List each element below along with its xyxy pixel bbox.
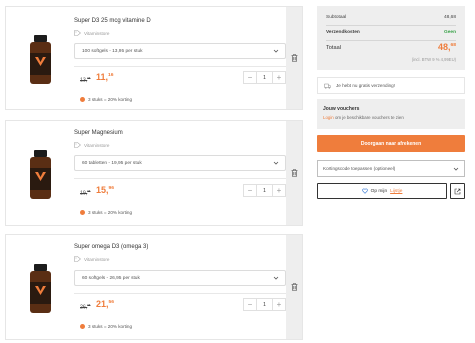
promo-label: 3 stuks = 20% korting bbox=[80, 324, 132, 329]
variant-select[interactable]: 100 softgels - 13,95 per stuk bbox=[74, 43, 286, 59]
trash-icon bbox=[291, 54, 297, 62]
free-shipping-notice: Je hebt nu gratis verzending! bbox=[317, 77, 465, 94]
promo-text: 3 stuks = 20% korting bbox=[88, 210, 133, 215]
product-brand: Vitaminstore bbox=[74, 142, 109, 148]
quantity-stepper: − 1 + bbox=[243, 298, 286, 311]
promo-label: 3 stuks = 20% korting bbox=[80, 210, 132, 215]
product-image[interactable] bbox=[28, 264, 53, 314]
minus-icon[interactable]: − bbox=[244, 299, 256, 310]
checkout-button[interactable]: Doorgaan naar afrekenen bbox=[317, 135, 465, 152]
plus-icon[interactable]: + bbox=[273, 185, 285, 196]
quantity-value[interactable]: 1 bbox=[256, 299, 273, 310]
product-name[interactable]: Super Magnesium bbox=[74, 130, 123, 136]
cart-item: Super D3 25 mcg vitamine D Vitaminstore … bbox=[5, 6, 303, 110]
promo-text: 3 stuks = 20% korting bbox=[88, 324, 133, 329]
shipping-row: Verzendkosten Geen bbox=[326, 30, 456, 35]
truck-icon bbox=[324, 83, 331, 89]
chevron-down-icon bbox=[453, 167, 459, 171]
variant-select[interactable]: 60 softgels - 26,95 per stuk bbox=[74, 270, 286, 286]
total-label: Totaal bbox=[326, 45, 341, 51]
old-price: 26,95 bbox=[80, 303, 91, 311]
bottle-image bbox=[30, 35, 51, 84]
brand-label: Vitaminstore bbox=[84, 256, 110, 262]
remove-button[interactable] bbox=[286, 7, 302, 109]
brand-label: Vitaminstore bbox=[84, 30, 110, 36]
share-icon bbox=[454, 188, 461, 194]
divider bbox=[326, 40, 456, 41]
variant-value: 100 softgels - 13,95 per stuk bbox=[82, 48, 143, 54]
subtotal-row: Subtotaal 48,68 bbox=[326, 15, 456, 20]
order-summary: Subtotaal 48,68 Verzendkosten Geen Totaa… bbox=[317, 6, 465, 70]
wishlist-button[interactable]: Op mijn Lijstje bbox=[317, 183, 447, 199]
vouchers-title: Jouw vouchers bbox=[323, 106, 360, 112]
tag-icon bbox=[74, 256, 81, 262]
login-link[interactable]: Login bbox=[323, 115, 334, 120]
vat-note: (incl. BTW 9 % 4,99EU) bbox=[411, 57, 456, 62]
variant-value: 60 tabletten - 19,95 per stuk bbox=[82, 160, 142, 166]
subtotal-label: Subtotaal bbox=[326, 15, 347, 20]
minus-icon[interactable]: − bbox=[244, 185, 256, 196]
divider bbox=[74, 178, 286, 179]
plus-icon[interactable]: + bbox=[273, 299, 285, 310]
plus-icon[interactable]: + bbox=[273, 72, 285, 83]
chevron-down-icon bbox=[273, 161, 279, 165]
remove-button[interactable] bbox=[286, 235, 302, 339]
old-price: 19,95 bbox=[80, 189, 91, 197]
coupon-select[interactable]: Kortingscode toepassen (optioneel) bbox=[317, 160, 465, 177]
chevron-down-icon bbox=[273, 49, 279, 53]
new-price: 21,56 bbox=[96, 299, 115, 309]
divider bbox=[74, 293, 286, 294]
vouchers-text: Login om je beschikbare vouchers te zien bbox=[323, 115, 404, 120]
shipping-value: Geen bbox=[444, 30, 456, 35]
promo-dot bbox=[80, 97, 85, 102]
trash-icon bbox=[291, 169, 297, 177]
quantity-value[interactable]: 1 bbox=[256, 185, 273, 196]
variant-select[interactable]: 60 tabletten - 19,95 per stuk bbox=[74, 155, 286, 171]
variant-value: 60 softgels - 26,95 per stuk bbox=[82, 275, 140, 281]
subtotal-value: 48,68 bbox=[443, 15, 456, 20]
wishlist-prefix: Op mijn bbox=[370, 188, 388, 194]
product-name[interactable]: Super omega D3 (omega 3) bbox=[74, 244, 148, 250]
cart-item: Super omega D3 (omega 3) Vitaminstore 60… bbox=[5, 234, 303, 340]
vouchers-panel: Jouw vouchers Login om je beschikbare vo… bbox=[317, 99, 465, 129]
tag-icon bbox=[74, 30, 81, 36]
old-price: 13,95 bbox=[80, 76, 91, 84]
new-price: 11,16 bbox=[96, 72, 114, 82]
trash-icon bbox=[291, 283, 297, 291]
shipping-label: Verzendkosten bbox=[326, 30, 360, 35]
product-brand: Vitaminstore bbox=[74, 30, 109, 36]
bottle-image bbox=[30, 264, 51, 313]
minus-icon[interactable]: − bbox=[244, 72, 256, 83]
new-price: 15,96 bbox=[96, 185, 115, 195]
quantity-stepper: − 1 + bbox=[243, 184, 286, 197]
heart-icon bbox=[361, 188, 368, 194]
promo-dot bbox=[80, 210, 85, 215]
divider bbox=[74, 66, 286, 67]
bottle-image bbox=[30, 150, 51, 199]
wishlist-link[interactable]: Lijstje bbox=[390, 189, 402, 194]
remove-button[interactable] bbox=[286, 121, 302, 225]
promo-text: 3 stuks = 20% korting bbox=[88, 97, 133, 102]
promo-dot bbox=[80, 324, 85, 329]
total-value: 48,68 bbox=[437, 42, 456, 52]
promo-label: 3 stuks = 20% korting bbox=[80, 97, 132, 102]
tag-icon bbox=[74, 142, 81, 148]
share-button[interactable] bbox=[450, 183, 465, 199]
brand-label: Vitaminstore bbox=[84, 142, 110, 148]
quantity-stepper: − 1 + bbox=[243, 71, 286, 84]
product-name[interactable]: Super D3 25 mcg vitamine D bbox=[74, 18, 151, 24]
product-image[interactable] bbox=[28, 35, 53, 85]
product-image[interactable] bbox=[28, 150, 53, 200]
coupon-placeholder: Kortingscode toepassen (optioneel) bbox=[323, 166, 396, 171]
cart-item: Super Magnesium Vitaminstore 60 tablette… bbox=[5, 120, 303, 226]
product-brand: Vitaminstore bbox=[74, 256, 109, 262]
chevron-down-icon bbox=[273, 276, 279, 280]
quantity-value[interactable]: 1 bbox=[256, 72, 273, 83]
divider bbox=[326, 25, 456, 26]
shipping-notice-text: Je hebt nu gratis verzending! bbox=[336, 83, 395, 88]
